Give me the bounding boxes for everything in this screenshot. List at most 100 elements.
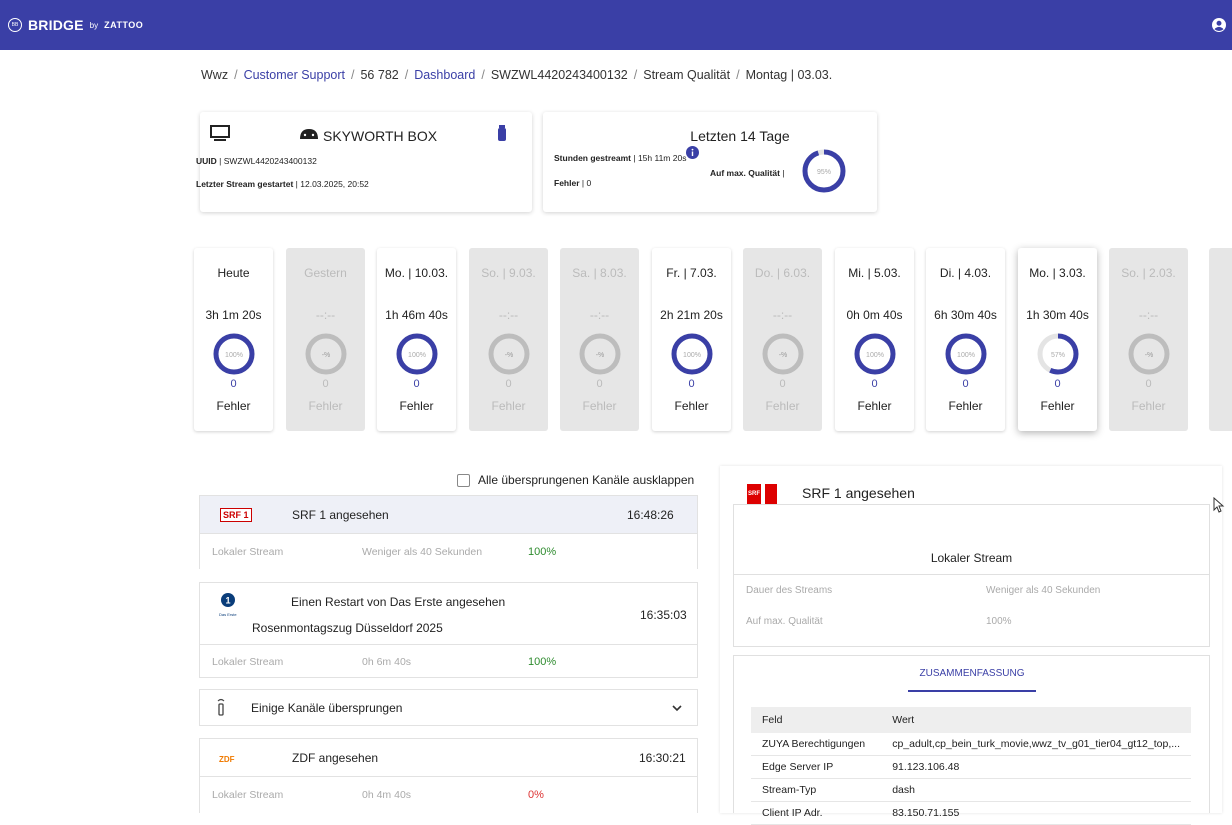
day-quality-label: 100% xyxy=(683,352,701,359)
day-error-count: 0 xyxy=(322,378,329,390)
day-quality-ring: -% xyxy=(305,333,346,375)
day-label: Fr. | 7.03. xyxy=(666,266,717,280)
day-quality-label: -% xyxy=(504,352,513,359)
app-logo[interactable]: BB BRIDGE by ZATTOO xyxy=(8,17,143,33)
day-label: Sa. | 8.03. xyxy=(572,266,627,280)
detail-quality-value: 100% xyxy=(986,616,1012,627)
expand-skipped-control[interactable]: Alle übersprungenen Kanäle ausklappen xyxy=(457,473,694,487)
user-account-icon[interactable] xyxy=(1212,18,1226,32)
event-zdf[interactable]: ZDF ZDF angesehen 16:30:21 Lokaler Strea… xyxy=(199,738,698,813)
breadcrumb-dashboard[interactable]: Dashboard xyxy=(414,68,475,82)
day-quality-ring: -% xyxy=(762,333,803,375)
day-error-count: 0 xyxy=(505,378,512,390)
event-srf1[interactable]: SRF 1 SRF 1 angesehen 16:48:26 Lokaler S… xyxy=(199,495,698,569)
event-skipped-channels[interactable]: Einige Kanäle übersprungen xyxy=(199,689,698,726)
brand-by: by xyxy=(89,20,99,30)
day-label: Di. | 4.03. xyxy=(939,266,992,280)
device-card: SKYWORTH BOX UUID | SWZWL4420243400132 L… xyxy=(196,112,532,212)
day-error-count: 0 xyxy=(688,378,695,390)
info-icon[interactable] xyxy=(686,146,699,159)
day-tile[interactable]: Sa. | 8.03. --:-- -% 0 Fehler xyxy=(560,248,639,431)
day-tile[interactable]: Mi. | 5.03. 0h 0m 40s 100% 0 Fehler xyxy=(835,248,914,431)
day-tile[interactable]: Do. | 6.03. --:-- -% 0 Fehler xyxy=(743,248,822,431)
day-label: Gestern xyxy=(304,266,347,280)
day-label: So. | 9.03. xyxy=(481,266,536,280)
day-error-count: 0 xyxy=(1145,378,1152,390)
day-quality-ring: 100% xyxy=(945,333,986,375)
zdf-logo: ZDF xyxy=(219,754,235,764)
day-duration: 1h 46m 40s xyxy=(385,308,448,322)
day-duration: --:-- xyxy=(772,308,793,322)
hours-label: Stunden gestreamt xyxy=(554,153,631,163)
day-error-label: Fehler xyxy=(216,399,251,413)
day-quality-ring: 100% xyxy=(671,333,712,375)
day-quality-ring: -% xyxy=(488,333,529,375)
day-tile[interactable]: So. | 2.03. --:-- -% 0 Fehler xyxy=(1109,248,1188,431)
detail-duration-value: Weniger als 40 Sekunden xyxy=(986,585,1101,596)
stats-title: Letzten 14 Tage xyxy=(690,128,790,144)
event-daserste[interactable]: 1 Das Erste Einen Restart von Das Erste … xyxy=(199,582,698,678)
breadcrumb-stream-quality: Stream Qualität xyxy=(643,68,731,82)
partner-name: ZATTOO xyxy=(104,20,144,30)
day-tile[interactable]: Gestern --:-- -% 0 Fehler xyxy=(286,248,365,431)
day-error-label: Fehler xyxy=(491,399,526,413)
detail-title: SRF 1 angesehen xyxy=(802,485,915,501)
day-quality-label: -% xyxy=(321,352,330,359)
day-label: Mi. | 5.03. xyxy=(848,266,901,280)
event-time: 16:48:26 xyxy=(627,507,674,522)
day-tile[interactable]: So. | 9.03. --:-- -% 0 Fehler xyxy=(469,248,548,431)
monitor-icon xyxy=(210,125,230,141)
daserste-logo: 1 Das Erste xyxy=(219,593,237,617)
day-duration: --:-- xyxy=(498,308,519,322)
stats-card: Letzten 14 Tage Stunden gestreamt | 15h … xyxy=(543,112,877,212)
uuid-label: UUID xyxy=(196,156,217,166)
event-subtitle: Rosenmontagszug Düsseldorf 2025 xyxy=(252,621,443,635)
table-row: ZUYA Berechtigungen cp_adult,cp_bein_turk… xyxy=(751,733,1191,756)
day-label: Mo. | 10.03. xyxy=(384,266,449,280)
event-stream-type: Lokaler Stream xyxy=(212,545,284,558)
day-label: Heute xyxy=(217,266,250,280)
day-error-count: 0 xyxy=(962,378,969,390)
breadcrumb: Wwz / Customer Support/ 56 782/ Dashboard… xyxy=(201,68,833,82)
day-quality-label: 100% xyxy=(225,352,243,359)
day-tile[interactable]: Mo. | 3.03. 1h 30m 40s 57% 0 Fehler xyxy=(1018,248,1097,431)
day-duration: 2h 21m 20s xyxy=(660,308,723,322)
event-quality: 100% xyxy=(528,545,557,558)
uuid-value: SWZWL4420243400132 xyxy=(223,156,317,166)
day-tile[interactable]: Fr. | 7.03. 2h 21m 20s 100% 0 Fehler xyxy=(652,248,731,431)
detail-summary-panel: ZUSAMMENFASSUNG Feld Wert ZUYA Berechtig… xyxy=(733,655,1210,825)
day-error-count: 0 xyxy=(413,378,420,390)
day-label: Do. | 6.03. xyxy=(754,266,811,280)
srf-logo-icon: SRF xyxy=(747,484,761,504)
detail-quality-label: Auf max. Qualität xyxy=(746,616,823,627)
day-tile[interactable]: Heute 3h 1m 20s 100% 0 Fehler xyxy=(194,248,273,431)
event-title: Einen Restart von Das Erste angesehen xyxy=(291,595,506,609)
day-error-label: Fehler xyxy=(948,399,983,413)
day-quality-ring: -% xyxy=(1128,333,1169,375)
remote-icon xyxy=(217,698,225,716)
tab-summary[interactable]: ZUSAMMENFASSUNG xyxy=(908,668,1036,692)
day-duration: --:-- xyxy=(315,308,336,322)
day-tile[interactable]: Di. | 4.03. 6h 30m 40s 100% 0 Fehler xyxy=(926,248,1005,431)
breadcrumb-customer-support[interactable]: Customer Support xyxy=(244,68,345,82)
android-icon xyxy=(300,129,318,139)
day-duration: 3h 1m 20s xyxy=(205,308,262,322)
day-quality-label: 100% xyxy=(957,352,975,359)
table-row: Stream-Typ dash xyxy=(751,778,1191,802)
top-bar: BB BRIDGE by ZATTOO xyxy=(0,0,1232,50)
event-time: 16:35:03 xyxy=(640,608,687,622)
quality-ring-label: 95% xyxy=(817,169,831,176)
chevron-down-icon[interactable] xyxy=(671,704,683,712)
event-title: ZDF angesehen xyxy=(292,750,379,765)
expand-skipped-checkbox[interactable] xyxy=(457,473,470,487)
day-tile-partial[interactable] xyxy=(1209,248,1232,431)
errors-value: 0 xyxy=(586,178,592,188)
day-quality-ring: 100% xyxy=(213,333,254,375)
detail-duration-label: Dauer des Streams xyxy=(746,585,833,596)
summary-table: Feld Wert ZUYA Berechtigungen cp_adult,cp… xyxy=(751,707,1191,825)
day-quality-label: -% xyxy=(778,352,787,359)
summary-header-field: Feld xyxy=(751,707,882,733)
daserste-icon: 1 xyxy=(220,593,235,607)
day-tile[interactable]: Mo. | 10.03. 1h 46m 40s 100% 0 Fehler xyxy=(377,248,456,431)
day-quality-ring: -% xyxy=(579,333,620,375)
